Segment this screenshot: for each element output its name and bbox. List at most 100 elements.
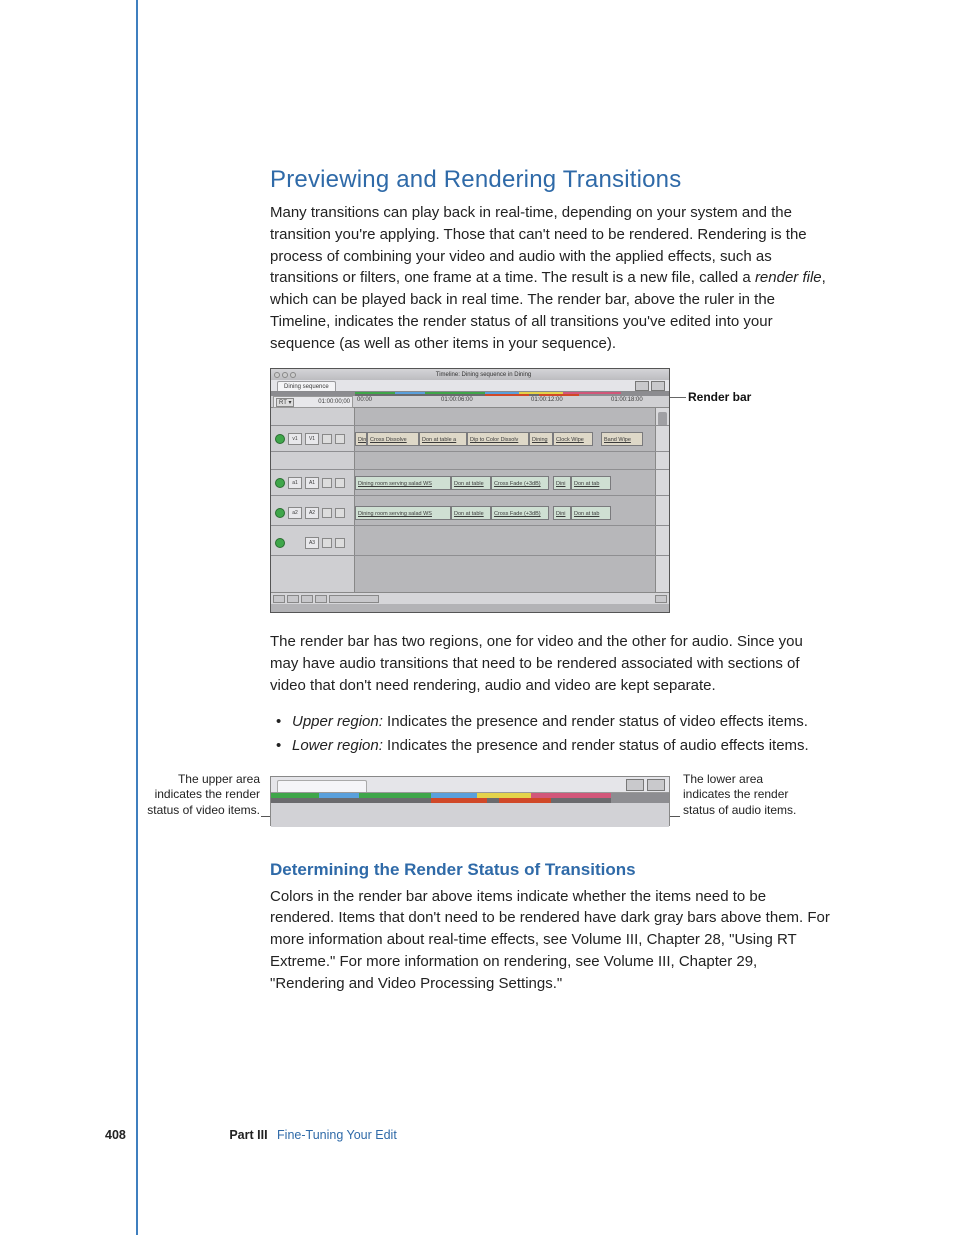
track-row-a1: a1 A1 Dining room serving salad WS Don a…: [271, 470, 669, 496]
content-column: Previewing and Rendering Transitions Man…: [270, 166, 830, 1008]
link-icon[interactable]: [315, 595, 327, 603]
track-row-a2: a2 A2 Dining room serving salad WS Don a…: [271, 500, 669, 526]
audio-clip[interactable]: Don at tab: [571, 506, 611, 520]
video-clip[interactable]: Din: [355, 432, 367, 446]
mute-icon[interactable]: [335, 478, 345, 488]
transition-clip[interactable]: Cross Dissolve: [367, 432, 419, 446]
zoom-icon[interactable]: [290, 372, 296, 378]
audio-clip[interactable]: Dini: [553, 476, 571, 490]
lock-icon[interactable]: [322, 434, 332, 444]
transition-clip[interactable]: Band Wipe: [601, 432, 643, 446]
ruler-tick: 01:00:12:00: [531, 397, 563, 403]
body-paragraph: The render bar has two regions, one for …: [270, 631, 830, 696]
source-patch[interactable]: v1: [288, 433, 302, 445]
page-footer: 408 Part III Fine-Tuning Your Edit: [105, 1128, 397, 1142]
render-segment: [499, 798, 551, 803]
zoom-slider[interactable]: [329, 595, 379, 603]
mute-icon[interactable]: [335, 538, 345, 548]
window-title: Timeline: Dining sequence in Dining: [298, 372, 669, 378]
audio-clip[interactable]: Dining room serving salad WS: [355, 476, 451, 490]
closeup-figure: The upper area indicates the render stat…: [130, 776, 830, 836]
source-patch[interactable]: a2: [288, 507, 302, 519]
close-icon[interactable]: [274, 372, 280, 378]
part-label: Part III: [229, 1128, 267, 1142]
sequence-tab[interactable]: [277, 780, 367, 792]
callout-right: The lower area indicates the render stat…: [683, 772, 813, 819]
render-buttons: [635, 381, 665, 391]
track-header: v1 V1: [275, 426, 351, 451]
dest-patch[interactable]: A1: [305, 477, 319, 489]
render-selection-button[interactable]: [647, 779, 665, 791]
snap-icon[interactable]: [301, 595, 313, 603]
render-segment: [271, 798, 431, 803]
auto-select-icon[interactable]: [275, 434, 285, 444]
ruler-tick: 01:00:06:00: [441, 397, 473, 403]
auto-select-icon[interactable]: [275, 538, 285, 548]
current-timecode: 01:00:00;00: [318, 399, 350, 405]
audio-clip[interactable]: Don at table: [451, 506, 491, 520]
minimize-icon[interactable]: [282, 372, 288, 378]
page: Previewing and Rendering Transitions Man…: [0, 0, 954, 1235]
audio-clip[interactable]: Dini: [553, 506, 571, 520]
transition-clip[interactable]: Dip to Color Dissolv: [467, 432, 529, 446]
video-clip[interactable]: Dining: [529, 432, 553, 446]
bullet-list: Upper region: Indicates the presence and…: [270, 711, 830, 758]
visibility-icon[interactable]: [335, 434, 345, 444]
chapter-label: Fine-Tuning Your Edit: [277, 1128, 397, 1142]
transition-clip[interactable]: Cross Fade (+3dB): [491, 476, 549, 490]
auto-select-icon[interactable]: [275, 508, 285, 518]
bullet-text: Indicates the presence and render status…: [383, 737, 809, 754]
auto-select-icon[interactable]: [275, 478, 285, 488]
dest-patch[interactable]: A2: [305, 507, 319, 519]
track-row-a3: A3: [271, 530, 669, 556]
rt-timecode-cell: RT ▾ 01:00:00;00: [273, 396, 353, 408]
closeup-ruler: [271, 803, 669, 827]
video-clip[interactable]: Don at table a: [419, 432, 467, 446]
text: Many transitions can play back in real-t…: [270, 204, 807, 286]
audio-clip[interactable]: Don at table: [451, 476, 491, 490]
render-all-button[interactable]: [635, 381, 649, 391]
source-patch[interactable]: a1: [288, 477, 302, 489]
emphasis: render file: [755, 269, 822, 286]
sequence-tab[interactable]: Dining sequence: [277, 381, 336, 391]
track-header: A3: [275, 530, 351, 555]
toggle-icon[interactable]: [273, 595, 285, 603]
renderbar-closeup: [270, 776, 670, 826]
ruler-tick: 01:00:18:00: [611, 397, 643, 403]
lock-icon[interactable]: [322, 508, 332, 518]
dest-patch[interactable]: A3: [305, 537, 319, 549]
window-titlebar: Timeline: Dining sequence in Dining: [271, 369, 669, 380]
render-segment: [551, 798, 611, 803]
render-selection-button[interactable]: [651, 381, 665, 391]
transition-clip[interactable]: Cross Fade (+3dB): [491, 506, 549, 520]
subsection-heading: Determining the Render Status of Transit…: [270, 860, 830, 880]
audio-clip[interactable]: Dining room serving salad WS: [355, 506, 451, 520]
bullet-text: Indicates the presence and render status…: [383, 713, 808, 730]
body-paragraph: Colors in the render bar above items ind…: [270, 886, 830, 995]
list-item: Lower region: Indicates the presence and…: [292, 735, 830, 758]
rt-button[interactable]: RT ▾: [276, 398, 294, 407]
dest-patch[interactable]: V1: [305, 433, 319, 445]
toggle-icon[interactable]: [287, 595, 299, 603]
lock-icon[interactable]: [322, 478, 332, 488]
timeline-ruler[interactable]: RT ▾ 01:00:00;00 00:00 01:00:06:00 01:00…: [271, 396, 669, 408]
timeline-figure: Timeline: Dining sequence in Dining Dini…: [270, 368, 830, 613]
lock-icon[interactable]: [322, 538, 332, 548]
closeup-tabrow: [271, 777, 669, 793]
render-segment: [487, 798, 499, 803]
callout-line: [670, 816, 680, 817]
track-header: a1 A1: [275, 470, 351, 495]
track-row-v1: v1 V1 Din Cross Dissolve Don at table a …: [271, 426, 669, 452]
mute-icon[interactable]: [335, 508, 345, 518]
spacer-row: [271, 408, 669, 426]
sequence-tab-row: Dining sequence: [271, 380, 669, 392]
render-all-button[interactable]: [626, 779, 644, 791]
transition-clip[interactable]: Clock Wipe: [553, 432, 593, 446]
timeline-toolbar: [271, 592, 669, 604]
render-bar: [271, 793, 669, 803]
audio-clip[interactable]: Don at tab: [571, 476, 611, 490]
scroll-right-icon[interactable]: [655, 595, 667, 603]
timeline-window: Timeline: Dining sequence in Dining Dini…: [270, 368, 670, 613]
bullet-term: Upper region:: [292, 713, 383, 730]
bullet-term: Lower region:: [292, 737, 383, 754]
